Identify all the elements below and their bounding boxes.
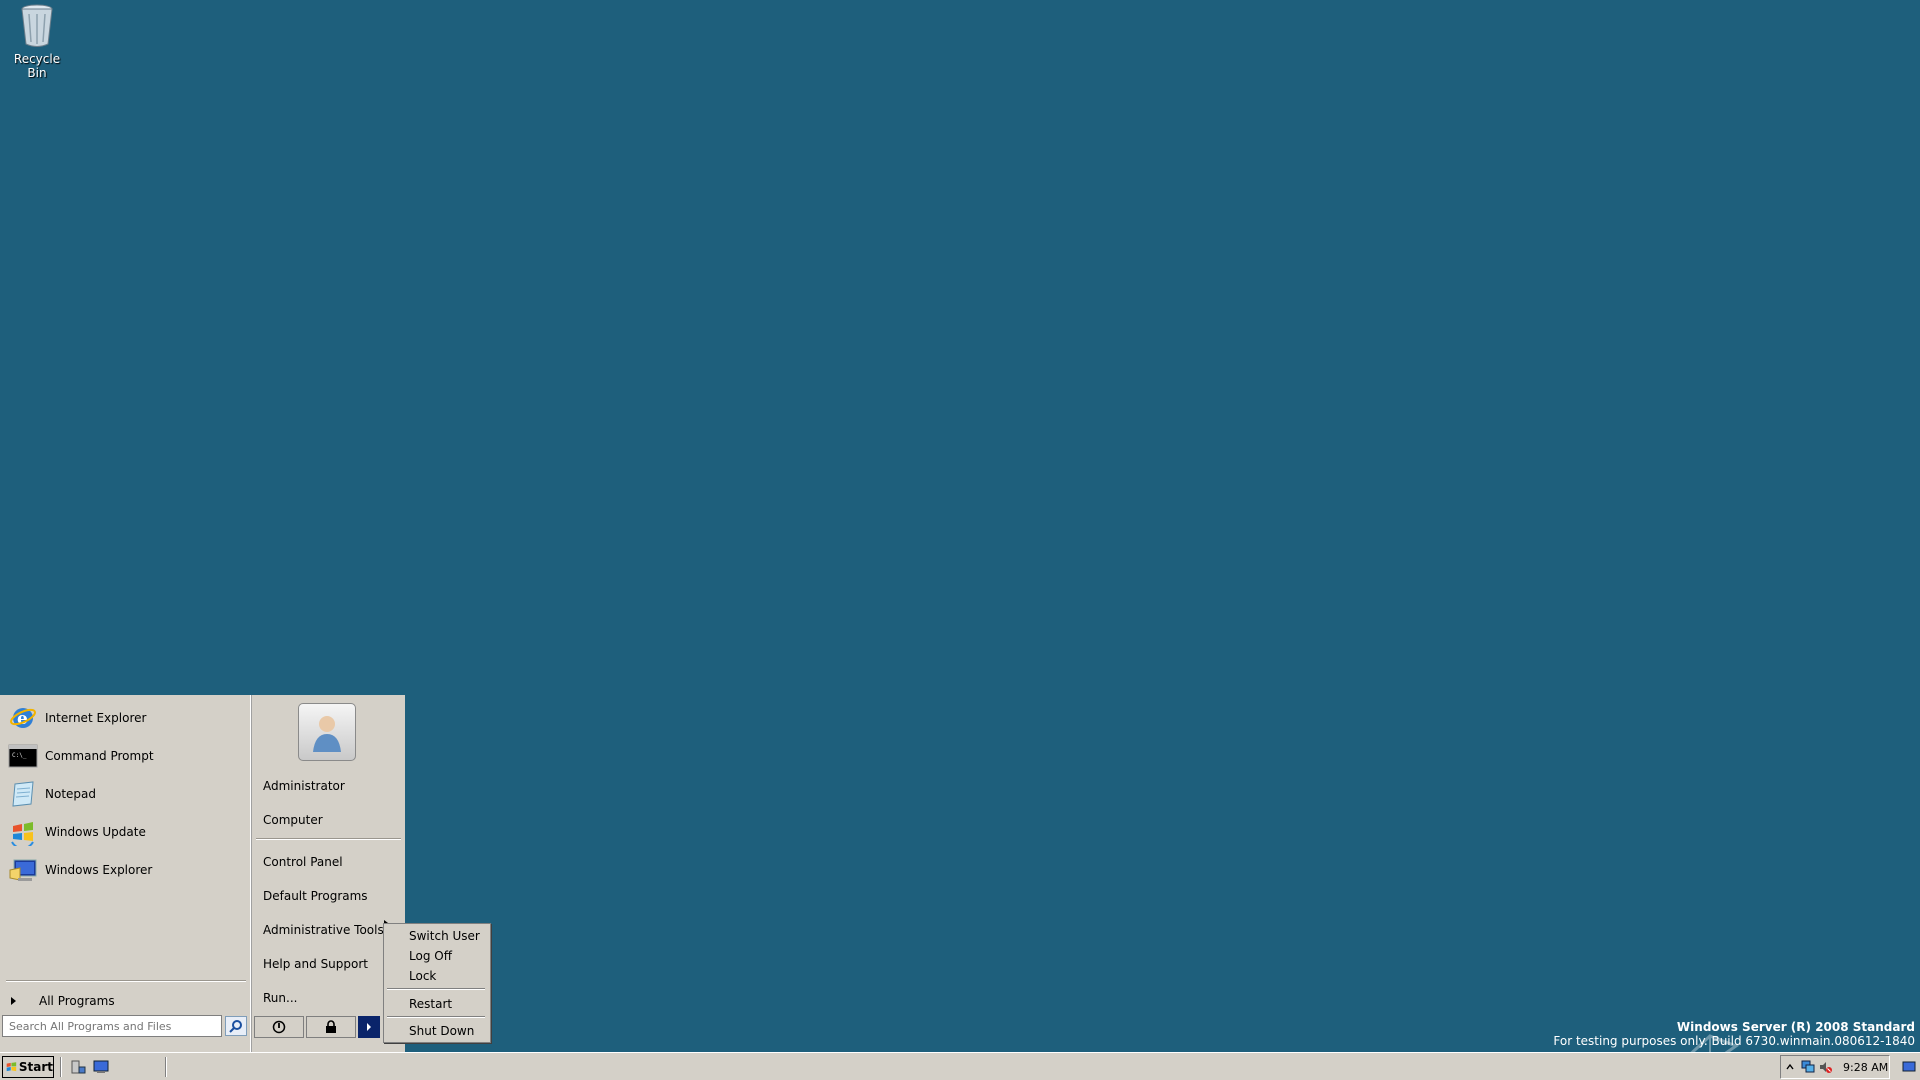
taskbar-divider <box>165 1057 167 1077</box>
recycle-bin[interactable]: Recycle Bin <box>4 2 70 80</box>
user-picture[interactable] <box>298 703 356 761</box>
power-button[interactable] <box>254 1016 304 1038</box>
network-tray-icon[interactable] <box>1799 1058 1817 1076</box>
all-programs-label: All Programs <box>39 994 115 1008</box>
power-icon <box>272 1020 286 1034</box>
start-menu: e Internet Explorer C:\_ Command Prompt … <box>0 695 405 1052</box>
volume-tray-icon[interactable] <box>1817 1058 1835 1076</box>
menu-item-computer[interactable]: Computer <box>263 806 398 834</box>
pinned-command-prompt[interactable]: C:\_ Command Prompt <box>8 738 244 774</box>
menu-item-run[interactable]: Run... <box>263 984 398 1012</box>
desktop-icon <box>93 1060 109 1073</box>
menu-item-label: Control Panel <box>263 855 343 869</box>
menu-item-help-and-support[interactable]: Help and Support <box>263 950 398 978</box>
command-prompt-icon: C:\_ <box>8 741 38 771</box>
windows-update-icon <box>8 817 38 847</box>
taskbar: Start 9:28 AM <box>0 1052 1920 1080</box>
menu-separator <box>387 988 485 990</box>
menu-separator <box>387 1016 485 1018</box>
pinned-windows-explorer[interactable]: Windows Explorer <box>8 852 244 888</box>
menu-item-label: Help and Support <box>263 957 368 971</box>
menu-item-control-panel[interactable]: Control Panel <box>263 848 398 876</box>
menu-item-administrator[interactable]: Administrator <box>263 772 398 800</box>
search-input[interactable] <box>3 1016 221 1036</box>
windows-explorer-icon <box>8 855 38 885</box>
lock-icon <box>326 1020 336 1033</box>
menu-item-restart[interactable]: Restart <box>409 995 452 1013</box>
menu-item-log-off[interactable]: Log Off <box>409 947 452 965</box>
volume-muted-icon <box>1820 1062 1832 1073</box>
menu-item-switch-user[interactable]: Switch User <box>409 927 480 945</box>
svg-text:C:\_: C:\_ <box>12 752 27 759</box>
search-button[interactable] <box>225 1016 247 1036</box>
menu-item-label: Administrative Tools <box>263 923 384 937</box>
all-programs-button[interactable]: All Programs <box>6 988 246 1014</box>
power-button-row <box>254 1016 380 1038</box>
pinned-windows-update[interactable]: Windows Update <box>8 814 244 850</box>
clock[interactable]: 9:28 AM <box>1843 1061 1888 1074</box>
shutdown-options-button[interactable] <box>358 1016 380 1038</box>
tray-expand-button[interactable] <box>1781 1058 1799 1076</box>
lock-button[interactable] <box>306 1016 356 1038</box>
menu-item-shut-down[interactable]: Shut Down <box>409 1022 474 1040</box>
menu-item-label: Restart <box>409 997 453 1011</box>
recycle-bin-label: Recycle Bin <box>13 52 61 80</box>
internet-explorer-icon: e <box>8 703 38 733</box>
menu-item-label: Switch User <box>409 929 480 943</box>
chevron-right-icon <box>11 997 16 1005</box>
quicklaunch-show-desktop[interactable] <box>92 1058 110 1076</box>
show-desktop-button[interactable] <box>1900 1058 1918 1076</box>
start-button[interactable]: Start <box>2 1056 54 1078</box>
menu-item-label: Computer <box>263 813 323 827</box>
recycle-bin-icon <box>21 4 53 47</box>
arrow-right-icon <box>367 1023 371 1031</box>
menu-item-label: Lock <box>409 969 437 983</box>
pinned-label: Notepad <box>45 787 96 801</box>
network-icon <box>1801 1060 1815 1073</box>
windows-logo-icon <box>6 1062 17 1072</box>
pinned-label: Internet Explorer <box>45 711 147 725</box>
chevron-up-icon <box>1786 1063 1794 1070</box>
user-avatar-icon <box>313 716 341 752</box>
menu-item-default-programs[interactable]: Default Programs <box>263 882 398 910</box>
start-label: Start <box>18 1060 53 1074</box>
menu-item-label: Shut Down <box>409 1024 475 1038</box>
pinned-label: Windows Update <box>45 825 146 839</box>
start-menu-left-pane: e Internet Explorer C:\_ Command Prompt … <box>0 695 251 1052</box>
menu-item-label: Run... <box>263 991 298 1005</box>
show-desktop-icon <box>1902 1061 1916 1072</box>
shutdown-options-menu: Switch User Log Off Lock Restart Shut Do… <box>383 923 491 1043</box>
pinned-internet-explorer[interactable]: e Internet Explorer <box>8 700 244 736</box>
pinned-label: Windows Explorer <box>45 863 153 877</box>
taskbar-divider <box>60 1057 62 1077</box>
menu-item-label: Administrator <box>263 779 345 793</box>
menu-item-administrative-tools[interactable]: Administrative Tools <box>263 916 398 944</box>
notepad-icon <box>8 779 38 809</box>
pinned-notepad[interactable]: Notepad <box>8 776 244 812</box>
pinned-label: Command Prompt <box>45 749 154 763</box>
search-icon <box>229 1020 242 1033</box>
menu-item-label: Log Off <box>409 949 452 963</box>
right-pane-divider <box>256 838 401 840</box>
system-tray: 9:28 AM <box>1780 1055 1890 1079</box>
server-manager-icon <box>71 1060 86 1074</box>
quicklaunch-server-manager[interactable] <box>69 1058 87 1076</box>
menu-item-lock[interactable]: Lock <box>409 967 436 985</box>
search-box[interactable] <box>2 1015 222 1037</box>
menu-item-label: Default Programs <box>263 889 368 903</box>
left-pane-divider <box>6 980 246 982</box>
